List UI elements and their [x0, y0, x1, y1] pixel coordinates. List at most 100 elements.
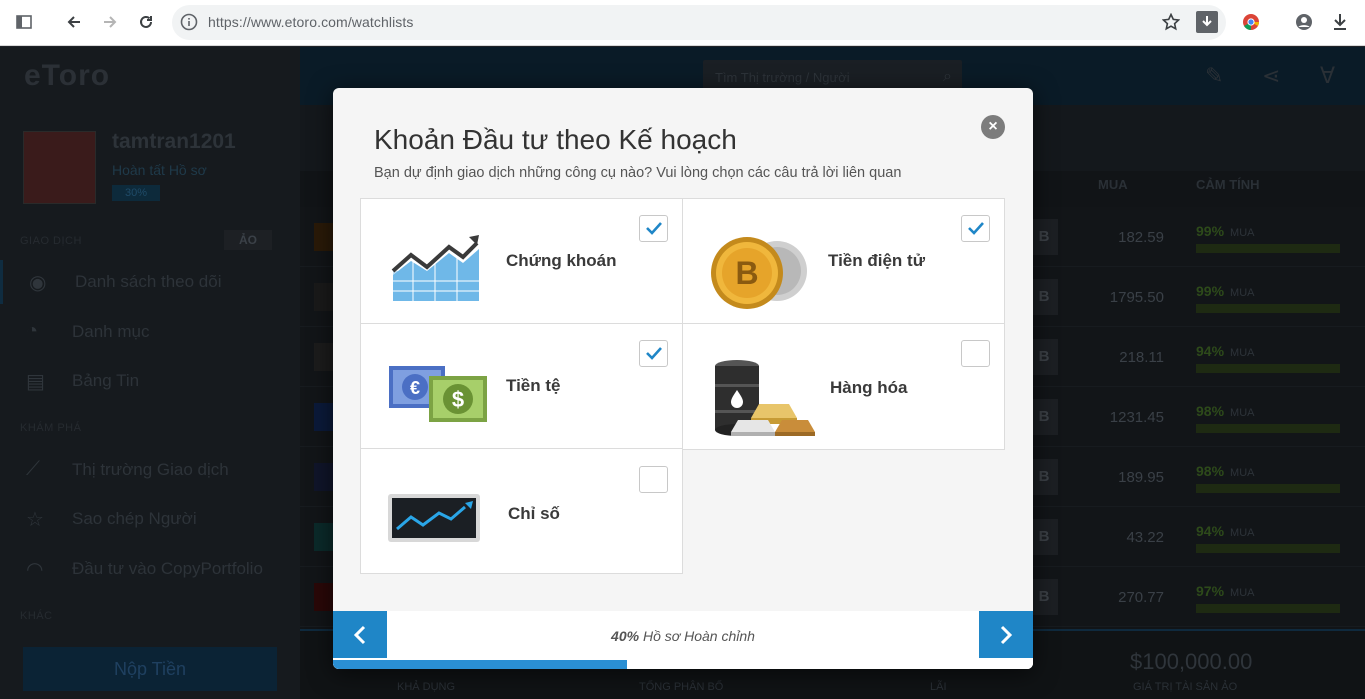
sidebar-item-label: Bảng Tin — [72, 371, 140, 390]
col-header-sentiment[interactable]: CẢM TÍNH — [1196, 177, 1260, 192]
buy-button[interactable]: B — [1030, 339, 1058, 375]
reload-icon[interactable] — [135, 11, 157, 33]
sentiment-value: 99% MUA — [1196, 283, 1254, 299]
browser-toolbar: https://www.etoro.com/watchlists — [0, 0, 1365, 46]
sidebar-item-copy-people[interactable]: ☆ Sao chép Người — [0, 497, 300, 541]
sentiment-label: MUA — [1230, 407, 1255, 419]
sentiment-bar — [1196, 304, 1340, 313]
total-value: $100,000.00 — [1130, 649, 1253, 674]
share-icon[interactable]: ⋖ — [1262, 63, 1280, 89]
sentiment-bar — [1196, 244, 1340, 253]
sentiment-value: 98% MUA — [1196, 403, 1254, 419]
currency-notes-icon: € $ — [387, 362, 489, 433]
mode-toggle[interactable]: ẢO — [224, 230, 272, 250]
checkbox[interactable] — [639, 215, 668, 242]
close-icon: × — [988, 118, 998, 135]
sentiment-value: 94% MUA — [1196, 343, 1254, 359]
checkbox[interactable] — [639, 466, 668, 493]
close-button[interactable]: × — [981, 115, 1005, 139]
eye-icon: ◉ — [29, 272, 47, 294]
sentiment-bar — [1196, 424, 1340, 433]
option-card-commodities[interactable]: Hàng hóa — [682, 323, 1005, 450]
sidebar-item-portfolio[interactable]: ◔ Danh mục — [0, 310, 300, 354]
sidebar-item-label: Danh mục — [72, 322, 150, 341]
site-info-icon[interactable] — [180, 13, 198, 36]
back-arrow-icon[interactable] — [63, 11, 85, 33]
pie-chart-icon: ◔ — [26, 320, 39, 342]
option-card-stocks[interactable]: Chứng khoán — [360, 198, 683, 324]
buy-price: 1231.45 — [1109, 409, 1164, 426]
search-icon: ⌕ — [943, 68, 952, 85]
buy-button[interactable]: B — [1030, 219, 1058, 255]
option-label: Hàng hóa — [830, 378, 908, 397]
avatar[interactable] — [23, 131, 96, 204]
sentiment-label: MUA — [1230, 587, 1255, 599]
sentiment-percent: 98% — [1196, 463, 1225, 479]
star-icon: ☆ — [26, 509, 44, 531]
account-icon[interactable] — [1293, 11, 1315, 33]
buy-price: 43.22 — [1126, 529, 1164, 546]
sidebar-item-label: Đầu tư vào CopyPortfolio — [72, 559, 263, 578]
sentiment-bar — [1196, 364, 1340, 373]
deposit-button[interactable]: Nộp Tiền — [23, 647, 277, 691]
sentiment-percent: 98% — [1196, 403, 1225, 419]
oil-barrel-gold-icon — [711, 358, 819, 443]
option-card-indices[interactable]: Chỉ số — [360, 448, 683, 574]
checkbox[interactable] — [961, 340, 990, 367]
sidebar-item-label: Sao chép Người — [72, 509, 197, 528]
checkbox[interactable] — [961, 215, 990, 242]
sentiment-value: 98% MUA — [1196, 463, 1254, 479]
sentiment-label: MUA — [1230, 347, 1255, 359]
forward-arrow-icon[interactable] — [99, 11, 121, 33]
prev-button[interactable] — [333, 611, 387, 658]
chart-line-icon: ⟋ — [26, 458, 40, 480]
buy-price: 182.59 — [1118, 229, 1164, 246]
svg-text:$: $ — [452, 387, 464, 412]
virtual-value-label: GIÁ TRỊ TÀI SẢN ẢO — [1133, 681, 1238, 693]
address-bar[interactable]: https://www.etoro.com/watchlists — [172, 5, 1226, 40]
etoro-logo[interactable]: eToro — [24, 59, 110, 93]
col-header-buy[interactable]: MUA — [1098, 177, 1128, 192]
sentiment-bar — [1196, 544, 1340, 553]
sentiment-percent: 94% — [1196, 523, 1225, 539]
sidebar-item-markets[interactable]: ⟋ Thị trường Giao dịch — [0, 448, 300, 492]
chevron-left-icon — [353, 625, 366, 644]
option-label: Chỉ số — [508, 504, 560, 523]
buy-price: 218.11 — [1119, 349, 1164, 366]
complete-profile-link[interactable]: Hoàn tất Hồ sơ — [112, 162, 207, 178]
stocks-chart-icon — [389, 231, 483, 308]
option-card-crypto[interactable]: B Tiền điện tử — [682, 198, 1005, 324]
option-card-currencies[interactable]: € $ Tiền tệ — [360, 323, 683, 449]
sidebar-toggle-icon[interactable] — [13, 11, 35, 33]
progress-text: Hồ sơ Hoàn chỉnh — [642, 628, 755, 644]
etoro-bull-icon[interactable]: Ɐ — [1320, 63, 1335, 89]
svg-text:€: € — [410, 378, 420, 398]
sentiment-label: MUA — [1230, 227, 1255, 239]
downloads-icon[interactable] — [1329, 11, 1351, 33]
sentiment-bar — [1196, 484, 1340, 493]
download-extension-icon[interactable] — [1196, 11, 1218, 33]
sidebar-item-copyportfolio[interactable]: ◠ Đầu tư vào CopyPortfolio — [0, 547, 300, 591]
checkbox[interactable] — [639, 340, 668, 367]
index-monitor-icon — [387, 493, 481, 548]
section-label-trading: GIAO DỊCH — [20, 235, 82, 247]
edit-pencil-icon[interactable]: ✎ — [1205, 63, 1223, 89]
option-label: Chứng khoán — [506, 251, 617, 270]
buy-button[interactable]: B — [1030, 279, 1058, 315]
buy-button[interactable]: B — [1030, 579, 1058, 615]
sidebar-item-label: Thị trường Giao dịch — [72, 460, 229, 479]
buy-button[interactable]: B — [1030, 519, 1058, 555]
chrome-extension-icon[interactable] — [1240, 11, 1262, 33]
search-placeholder: Tìm Thị trường / Người — [715, 70, 850, 85]
next-button[interactable] — [979, 611, 1033, 658]
sidebar-item-news[interactable]: ▤ Bảng Tin — [0, 359, 300, 403]
copyportfolio-icon: ◠ — [26, 559, 44, 581]
buy-price: 270.77 — [1118, 589, 1164, 606]
username[interactable]: tamtran1201 — [112, 130, 236, 154]
sidebar-item-watchlist[interactable]: ◉ Danh sách theo dõi — [0, 260, 300, 304]
buy-button[interactable]: B — [1030, 399, 1058, 435]
buy-button[interactable]: B — [1030, 459, 1058, 495]
buy-price: 1795.50 — [1109, 289, 1164, 306]
bookmark-star-icon[interactable] — [1160, 11, 1182, 33]
modal-footer: 40% Hồ sơ Hoàn chỉnh — [333, 611, 1033, 669]
